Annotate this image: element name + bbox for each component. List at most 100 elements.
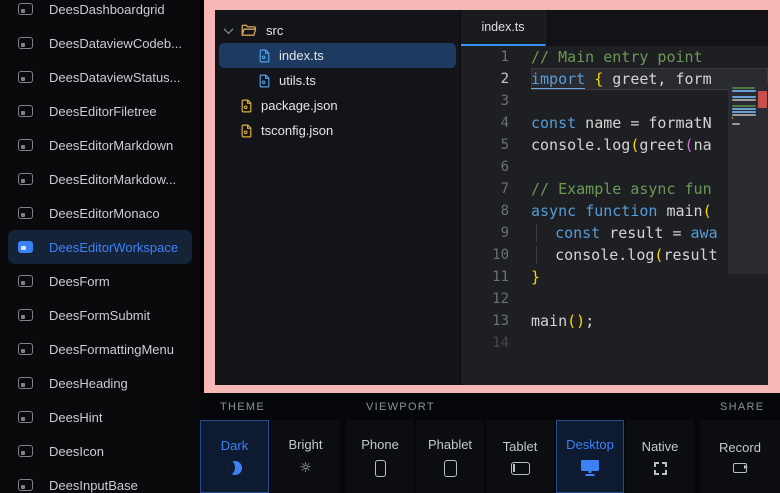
code-token [585, 70, 594, 88]
button-label: Desktop [566, 437, 614, 452]
code-token [536, 224, 555, 242]
sidebar-item-label: DeesHint [49, 410, 102, 425]
tree-row-utils-ts[interactable]: utils.ts [219, 68, 456, 93]
component-window-icon [18, 275, 33, 287]
toolbar-section-title: VIEWPORT [346, 393, 694, 420]
tree-item-label: package.json [261, 98, 338, 113]
tree-item-label: utils.ts [279, 73, 316, 88]
toolbar-section-title: SHARE [700, 393, 780, 420]
code-token: const [555, 224, 600, 242]
line-number: 14 [461, 332, 531, 354]
bright-button[interactable]: Bright☼ [271, 420, 340, 493]
sidebar-item-deesformattingmenu[interactable]: DeesFormattingMenu [8, 332, 192, 366]
sidebar-item-deeseditormonaco[interactable]: DeesEditorMonaco [8, 196, 192, 230]
tree-item-label: src [266, 23, 283, 38]
sidebar-item-deeseditormarkdown[interactable]: DeesEditorMarkdown [8, 128, 192, 162]
tablet-button[interactable]: Tablet [486, 420, 554, 493]
sidebar-item-deeshint[interactable]: DeesHint [8, 400, 192, 434]
sidebar-item-deesinputbase[interactable]: DeesInputBase [8, 468, 192, 493]
native-icon [654, 462, 667, 475]
code-line-13: 13main(); [461, 310, 768, 332]
code-line-8: 8async function main( [461, 200, 768, 222]
code-line-2: 2import { greet, form [461, 68, 768, 90]
minimap-line [732, 108, 756, 110]
code-line-1: 1// Main entry point [461, 46, 768, 68]
tree-item-label: index.ts [279, 48, 324, 63]
sidebar-item-label: DeesDataviewCodeb... [49, 36, 182, 51]
button-label: Tablet [503, 439, 538, 454]
tree-row-src[interactable]: src [219, 18, 456, 43]
phablet-icon [444, 460, 457, 477]
toolbar-buttons: Record [700, 420, 780, 493]
component-window-icon [18, 241, 33, 253]
phone-button[interactable]: Phone [346, 420, 414, 493]
sidebar-item-deesform[interactable]: DeesForm [8, 264, 192, 298]
code-line-14: 14 [461, 332, 768, 354]
editor-tab-bar: index.ts [461, 10, 768, 46]
file-tree-panel[interactable]: src index.ts utils.ts package.json tsconfig.… [215, 10, 460, 385]
code-token: ( [685, 136, 694, 154]
component-demo-stage: src index.ts utils.ts package.json tsconfig.… [204, 0, 780, 393]
phablet-button[interactable]: Phablet [416, 420, 484, 493]
code-token: console.log [555, 246, 654, 264]
sidebar-item-deeseditorfiletree[interactable]: DeesEditorFiletree [8, 94, 192, 128]
button-label: Phone [361, 437, 399, 452]
sidebar-item-label: DeesHeading [49, 376, 128, 391]
code-token: name = formatN [576, 114, 711, 132]
tree-row-tsconfig-json[interactable]: tsconfig.json [219, 118, 456, 143]
folder-open-icon [241, 24, 257, 37]
tree-item-label: tsconfig.json [261, 123, 333, 138]
sidebar-item-deesdataviewcodeb[interactable]: DeesDataviewCodeb... [8, 26, 192, 60]
editor-tab-index-ts[interactable]: index.ts [461, 10, 546, 46]
line-number: 1 [461, 46, 531, 68]
main-area: src index.ts utils.ts package.json tsconfig.… [200, 0, 780, 493]
component-window-icon [18, 309, 33, 321]
native-button[interactable]: Native [626, 420, 694, 493]
sidebar-item-deesicon[interactable]: DeesIcon [8, 434, 192, 468]
minimap-line [732, 99, 756, 101]
code-token: console.log [531, 136, 630, 154]
code-token: } [531, 268, 540, 286]
dark-button[interactable]: Dark [200, 420, 269, 493]
code-token: { [594, 70, 603, 88]
minimap[interactable] [728, 82, 768, 385]
sidebar-item-deeseditormarkdow[interactable]: DeesEditorMarkdow... [8, 162, 192, 196]
button-label: Bright [289, 437, 323, 452]
minimap-code [732, 87, 758, 129]
sidebar-item-label: DeesInputBase [49, 478, 138, 493]
minimap-line [732, 111, 756, 113]
component-window-icon [18, 37, 33, 49]
code-token: // Main entry point [531, 48, 703, 66]
desktop-button[interactable]: Desktop [556, 420, 624, 493]
component-window-icon [18, 343, 33, 355]
minimap-line [732, 87, 755, 89]
code-token [536, 246, 555, 264]
component-sidebar[interactable]: DeesDashboardgrid DeesDataviewCodeb... Dee… [0, 0, 200, 493]
minimap-empty-line [732, 126, 758, 129]
component-window-icon [18, 173, 33, 185]
tree-row-index-ts[interactable]: index.ts [219, 43, 456, 68]
record-button[interactable]: Record [700, 420, 780, 493]
code-line-10: 10 console.log(result [461, 244, 768, 266]
sidebar-item-deesformsubmit[interactable]: DeesFormSubmit [8, 298, 192, 332]
toolbar-section-viewport: VIEWPORT Phone Phablet Tablet Desktop Native [346, 393, 694, 493]
toolbar-section-share: SHARERecord [700, 393, 780, 493]
code-token: // Example async fun [531, 180, 712, 198]
code-token: main [531, 312, 567, 330]
chevron-down-icon [224, 24, 234, 34]
line-number: 2 [461, 68, 531, 90]
sidebar-item-deesdashboardgrid[interactable]: DeesDashboardgrid [8, 0, 192, 26]
line-number: 12 [461, 288, 531, 310]
code-token [576, 202, 585, 220]
code-token: import [531, 70, 585, 89]
tree-row-package-json[interactable]: package.json [219, 93, 456, 118]
sidebar-item-label: DeesEditorWorkspace [49, 240, 178, 255]
code-area[interactable]: 1// Main entry point2import { greet, for… [461, 46, 768, 385]
component-window-icon [18, 139, 33, 151]
line-number: 7 [461, 178, 531, 200]
sidebar-item-deesdataviewstatus[interactable]: DeesDataviewStatus... [8, 60, 192, 94]
code-line-5: 5console.log(greet(na [461, 134, 768, 156]
sidebar-item-deesheading[interactable]: DeesHeading [8, 366, 192, 400]
sidebar-item-label: DeesFormSubmit [49, 308, 150, 323]
sidebar-item-deeseditorworkspace[interactable]: DeesEditorWorkspace [8, 230, 192, 264]
